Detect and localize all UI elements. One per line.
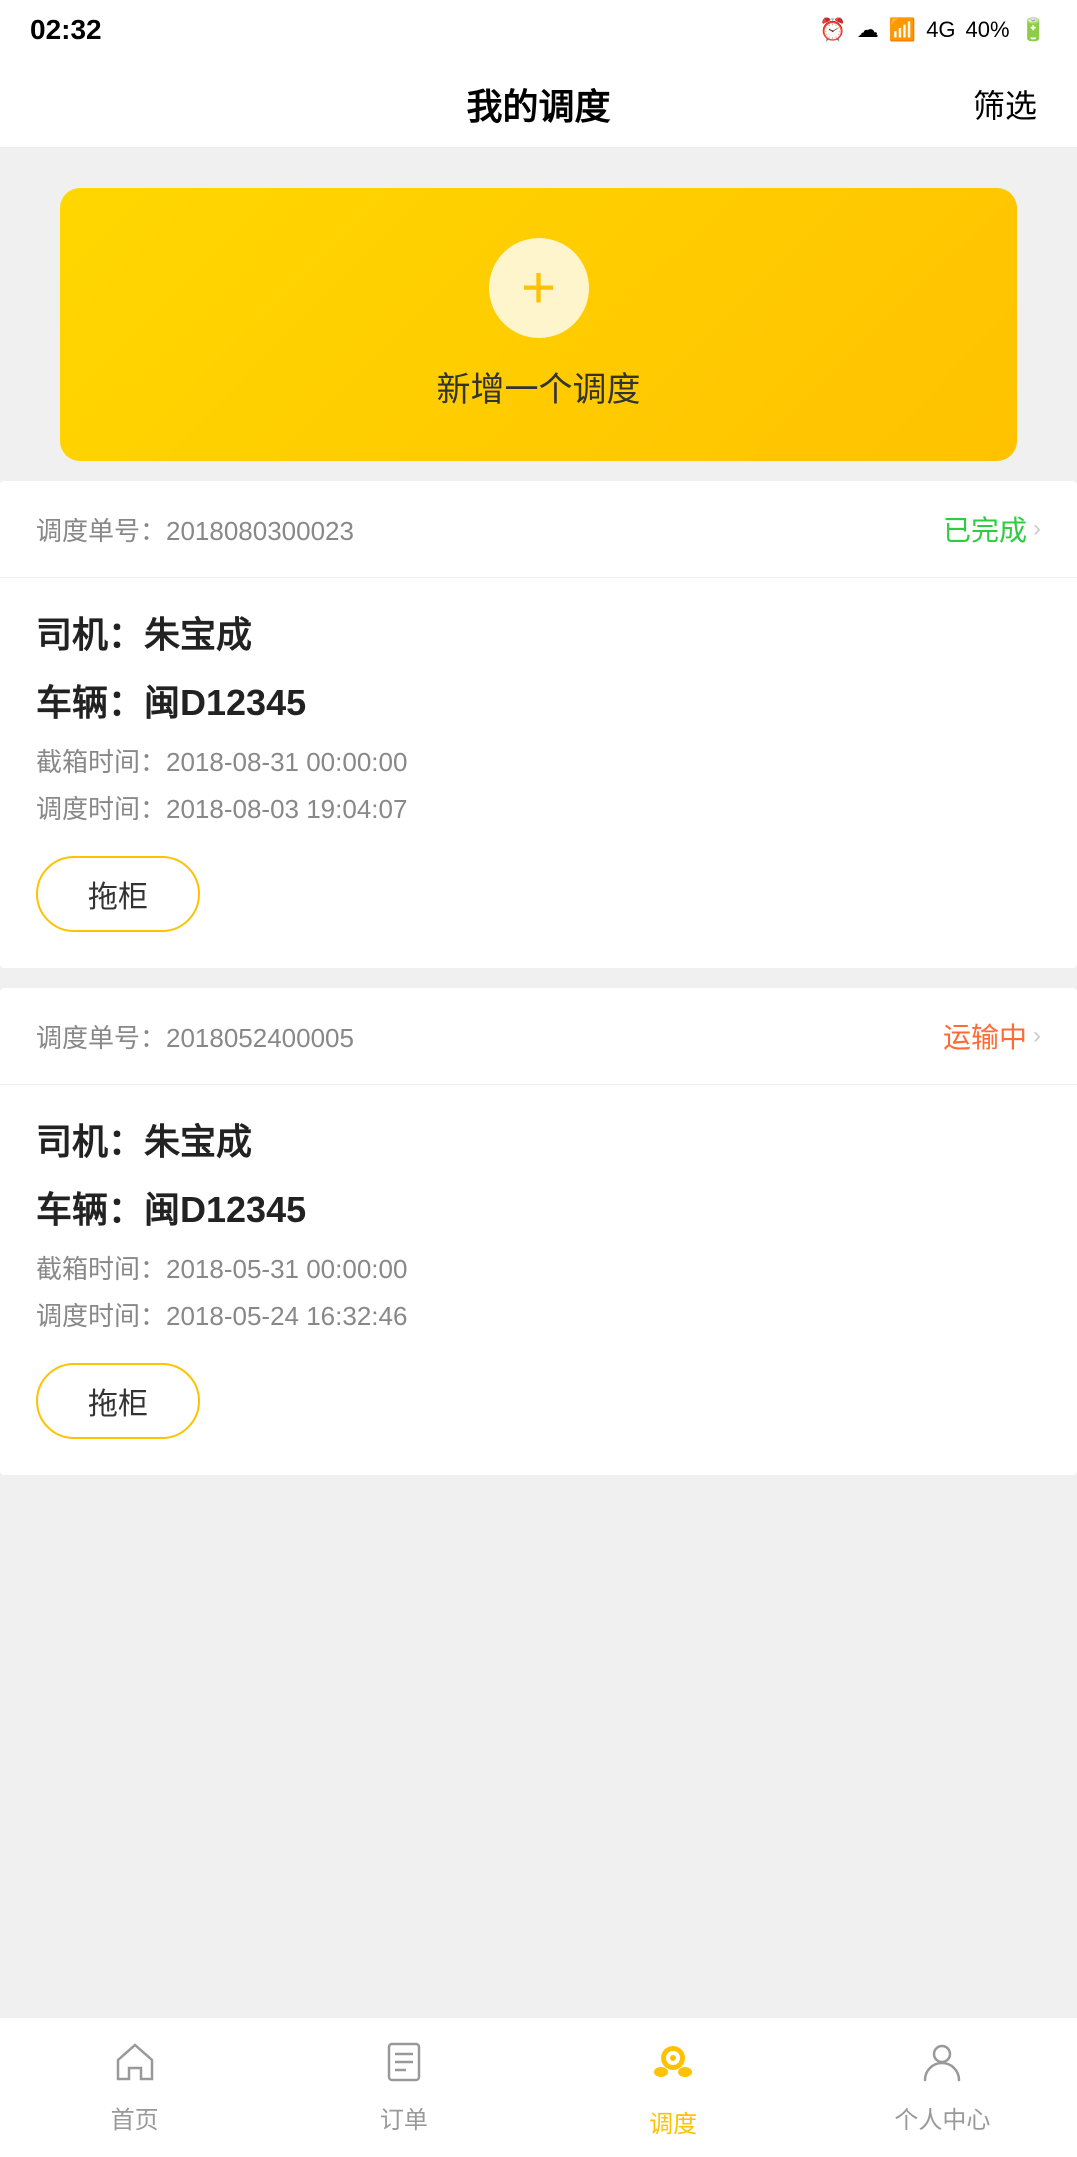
plus-icon: +: [521, 258, 556, 318]
tab-bar: 首页 订单 调度: [0, 2017, 1077, 2157]
tab-profile[interactable]: 个人中心: [808, 2018, 1077, 2157]
schedule-time-2: 调度时间：2018-05-24 16:32:46: [36, 1296, 1041, 1333]
schedule-time-1: 调度时间：2018-08-03 19:04:07: [36, 789, 1041, 826]
tab-schedule[interactable]: 调度: [539, 2018, 808, 2157]
order-number-1: 调度单号：2018080300023: [36, 511, 354, 548]
status-label-1: 已完成: [943, 509, 1027, 549]
add-circle: +: [489, 238, 589, 338]
add-label: 新增一个调度: [437, 362, 641, 411]
cutoff-time-2: 截箱时间：2018-05-31 00:00:00: [36, 1249, 1041, 1286]
tab-schedule-label: 调度: [649, 2104, 697, 2139]
order-status-1[interactable]: 已完成 ›: [943, 509, 1041, 549]
signal-icon: 📶: [889, 17, 916, 43]
network-label: 4G: [926, 17, 955, 43]
add-schedule-button[interactable]: + 新增一个调度: [60, 188, 1017, 461]
profile-icon: [920, 2040, 964, 2092]
tab-profile-label: 个人中心: [894, 2100, 990, 2135]
status-time: 02:32: [30, 14, 102, 46]
tab-home[interactable]: 首页: [0, 2018, 269, 2157]
cutoff-time-1: 截箱时间：2018-08-31 00:00:00: [36, 742, 1041, 779]
driver-2: 司机：朱宝成: [36, 1113, 1041, 1165]
tab-order-label: 订单: [380, 2100, 428, 2135]
status-bar: 02:32 ⏰ ☁ 📶 4G 40% 🔋: [0, 0, 1077, 60]
filter-button[interactable]: 筛选: [973, 81, 1037, 127]
wifi-icon: ☁: [857, 17, 879, 43]
driver-1: 司机：朱宝成: [36, 606, 1041, 658]
tag-button-1[interactable]: 拖柜: [36, 856, 200, 932]
order-icon: [382, 2040, 426, 2092]
order-card-2[interactable]: 调度单号：2018052400005 运输中 › 司机：朱宝成 车辆：闽D123…: [0, 988, 1077, 1475]
status-icons: ⏰ ☁ 📶 4G 40% 🔋: [819, 17, 1047, 43]
chevron-right-icon-2: ›: [1033, 1022, 1041, 1050]
tab-home-label: 首页: [111, 2100, 159, 2135]
vehicle-2: 车辆：闽D12345: [36, 1181, 1041, 1233]
schedule-icon: [647, 2036, 699, 2096]
battery-icon: 🔋: [1020, 17, 1047, 43]
status-label-2: 运输中: [943, 1016, 1027, 1056]
vehicle-1: 车辆：闽D12345: [36, 674, 1041, 726]
order-number-2: 调度单号：2018052400005: [36, 1018, 354, 1055]
order-card-1-body: 司机：朱宝成 车辆：闽D12345 截箱时间：2018-08-31 00:00:…: [0, 578, 1077, 968]
battery-label: 40%: [966, 17, 1010, 43]
order-status-2[interactable]: 运输中 ›: [943, 1016, 1041, 1056]
order-card-2-body: 司机：朱宝成 车辆：闽D12345 截箱时间：2018-05-31 00:00:…: [0, 1085, 1077, 1475]
order-card-1-header: 调度单号：2018080300023 已完成 ›: [0, 481, 1077, 578]
home-icon: [113, 2040, 157, 2092]
alarm-icon: ⏰: [819, 17, 846, 43]
tag-button-2[interactable]: 拖柜: [36, 1363, 200, 1439]
order-card-1[interactable]: 调度单号：2018080300023 已完成 › 司机：朱宝成 车辆：闽D123…: [0, 481, 1077, 968]
orders-list: 调度单号：2018080300023 已完成 › 司机：朱宝成 车辆：闽D123…: [0, 481, 1077, 1515]
page-title: 我的调度: [466, 78, 610, 130]
chevron-right-icon-1: ›: [1033, 515, 1041, 543]
tab-order[interactable]: 订单: [269, 2018, 538, 2157]
main-content: + 新增一个调度 调度单号：2018080300023 已完成 › 司机：朱宝成…: [0, 148, 1077, 1675]
page-header: 我的调度 筛选: [0, 60, 1077, 148]
order-card-2-header: 调度单号：2018052400005 运输中 ›: [0, 988, 1077, 1085]
